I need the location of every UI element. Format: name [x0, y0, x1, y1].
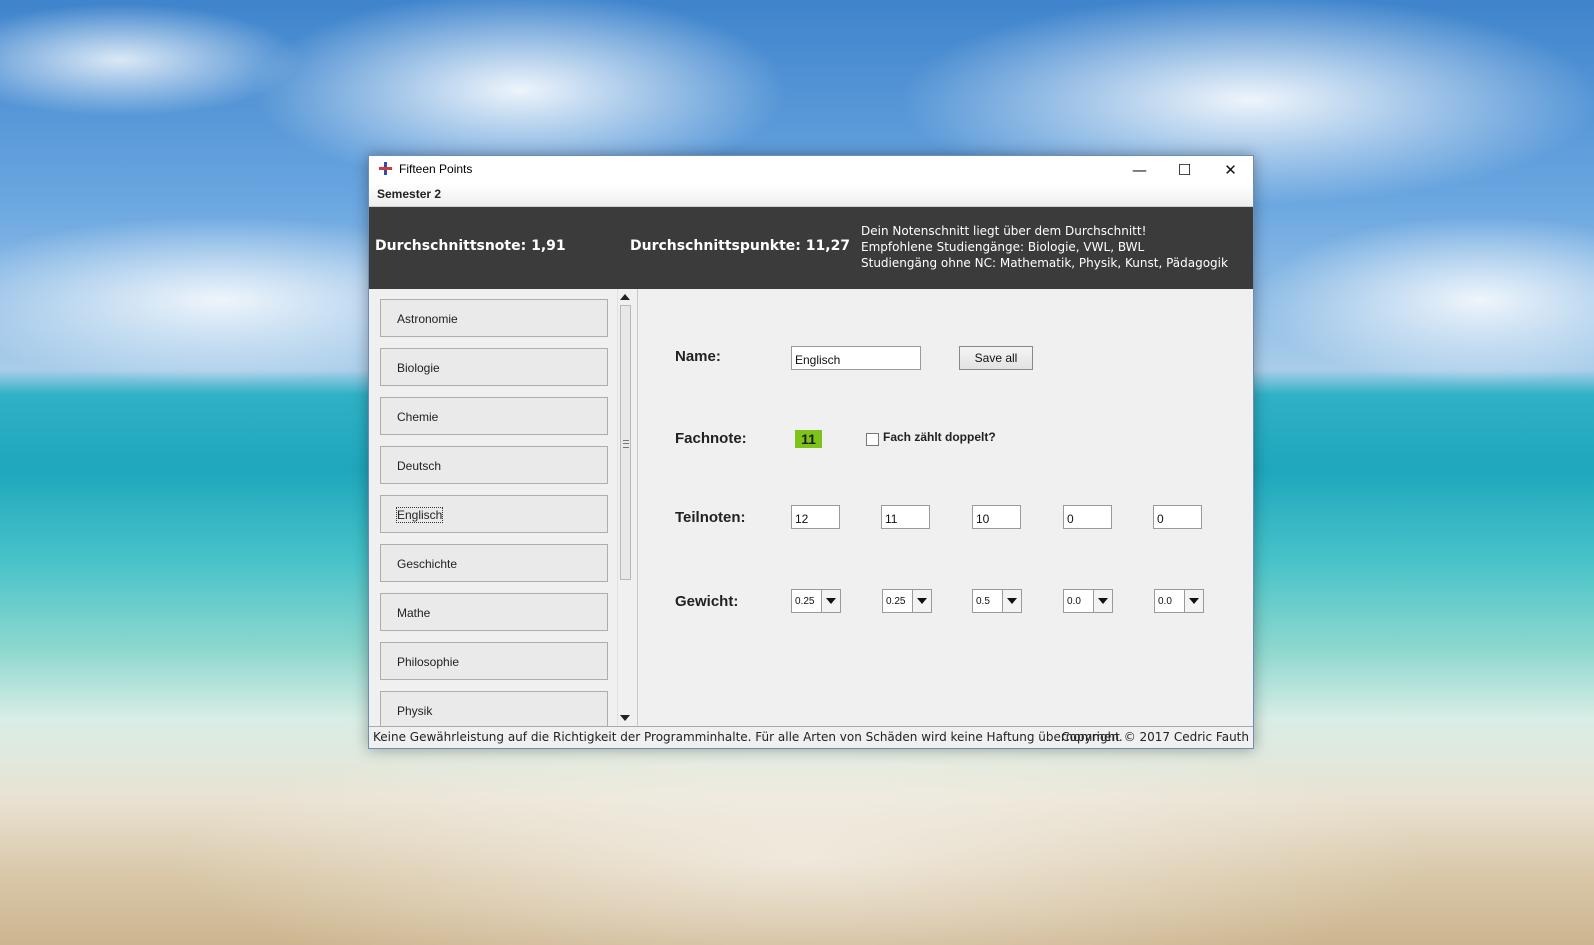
- double-weight-checkbox[interactable]: [866, 433, 879, 446]
- subject-label: Mathe: [397, 606, 431, 620]
- subject-button-deutsch[interactable]: Deutsch: [380, 446, 608, 484]
- partial-grade-input[interactable]: [972, 505, 1021, 529]
- subject-button-philosophie[interactable]: Philosophie: [380, 642, 608, 680]
- grade-label: Fachnote:: [675, 430, 747, 447]
- partial-grade-input[interactable]: [1063, 505, 1112, 529]
- average-grade: Durchschnittsnote: 1,91: [375, 238, 566, 254]
- subject-button-biologie[interactable]: Biologie: [380, 348, 608, 386]
- subject-label: Astronomie: [397, 312, 458, 326]
- subject-button-physik[interactable]: Physik: [380, 691, 608, 726]
- scroll-down-arrow-icon[interactable]: [620, 715, 630, 721]
- disclaimer-text: Keine Gewährleistung auf die Richtigkeit…: [373, 730, 1123, 744]
- menu-semester[interactable]: Semester 2: [377, 187, 441, 201]
- weight-value: 0.0: [1067, 596, 1081, 607]
- subject-button-chemie[interactable]: Chemie: [380, 397, 608, 435]
- app-cross-icon: [379, 162, 392, 175]
- subject-button-mathe[interactable]: Mathe: [380, 593, 608, 631]
- weight-label: Gewicht:: [675, 593, 739, 610]
- subject-label: Deutsch: [397, 459, 442, 473]
- weight-value: 0.25: [795, 596, 815, 607]
- weight-select[interactable]: 0.0: [1154, 589, 1204, 613]
- partial-grade-input[interactable]: [1153, 505, 1202, 529]
- summary-header: Durchschnittsnote: 1,91 Durchschnittspun…: [369, 207, 1253, 289]
- partial-grade-input[interactable]: [881, 505, 930, 529]
- scroll-up-arrow-icon[interactable]: [620, 294, 630, 300]
- weight-select[interactable]: 0.25: [882, 589, 932, 613]
- partial-grades-label: Teilnoten:: [675, 509, 746, 526]
- subject-label: Geschichte: [397, 557, 458, 571]
- grip-icon: [623, 440, 629, 448]
- subject-detail-panel: Name: Save all Fachnote: 11 Fach zählt d…: [639, 289, 1253, 726]
- grade-value-badge: 11: [795, 430, 822, 448]
- info-line: Studiengäng ohne NC: Mathematik, Physik,…: [861, 256, 1228, 270]
- subject-button-geschichte[interactable]: Geschichte: [380, 544, 608, 582]
- subject-label: Chemie: [397, 410, 439, 424]
- copyright-text: Copyright © 2017 Cedric Fauth: [1061, 730, 1249, 744]
- status-bar: Keine Gewährleistung auf die Richtigkeit…: [369, 726, 1253, 748]
- menu-bar: Semester 2: [369, 184, 1253, 207]
- name-input[interactable]: [791, 346, 921, 370]
- weight-select[interactable]: 0.0: [1063, 589, 1113, 613]
- weight-value: 0.5: [976, 596, 990, 607]
- info-line: Dein Notenschnitt liegt über dem Durchsc…: [861, 224, 1147, 238]
- subject-label: Philosophie: [397, 655, 460, 669]
- partial-grade-input[interactable]: [791, 505, 840, 529]
- window-title: Fifteen Points: [399, 162, 473, 176]
- minimize-button[interactable]: —: [1117, 156, 1162, 184]
- dropdown-arrow-icon[interactable]: [1002, 590, 1021, 612]
- weight-select[interactable]: 0.5: [972, 589, 1022, 613]
- weight-value: 0.0: [1158, 596, 1172, 607]
- info-line: Empfohlene Studiengänge: Biologie, VWL, …: [861, 240, 1145, 254]
- app-window: Fifteen Points — ☐ ✕ Semester 2 Durchsch…: [368, 155, 1254, 749]
- scroll-thumb[interactable]: [620, 305, 631, 580]
- weight-select[interactable]: 0.25: [791, 589, 841, 613]
- subject-label: Englisch: [395, 507, 444, 523]
- recommendation-info: Dein Notenschnitt liegt über dem Durchsc…: [861, 223, 1228, 271]
- subject-label: Physik: [397, 704, 433, 718]
- dropdown-arrow-icon[interactable]: [1093, 590, 1112, 612]
- average-points: Durchschnittspunkte: 11,27: [630, 238, 851, 254]
- maximize-button[interactable]: ☐: [1162, 156, 1207, 184]
- subject-button-englisch[interactable]: Englisch: [380, 495, 608, 533]
- subject-label: Biologie: [397, 361, 440, 375]
- save-all-button[interactable]: Save all: [959, 346, 1033, 370]
- dropdown-arrow-icon[interactable]: [821, 590, 840, 612]
- name-label: Name:: [675, 348, 721, 365]
- weight-value: 0.25: [886, 596, 906, 607]
- double-weight-label[interactable]: Fach zählt doppelt?: [883, 430, 996, 444]
- dropdown-arrow-icon[interactable]: [912, 590, 931, 612]
- close-button[interactable]: ✕: [1208, 156, 1253, 184]
- subject-list: Astronomie Biologie Chemie Deutsch Engli…: [369, 289, 638, 726]
- subject-scrollbar[interactable]: [617, 289, 634, 726]
- title-bar[interactable]: Fifteen Points — ☐ ✕: [369, 156, 1253, 184]
- subject-button-astronomie[interactable]: Astronomie: [380, 299, 608, 337]
- dropdown-arrow-icon[interactable]: [1184, 590, 1203, 612]
